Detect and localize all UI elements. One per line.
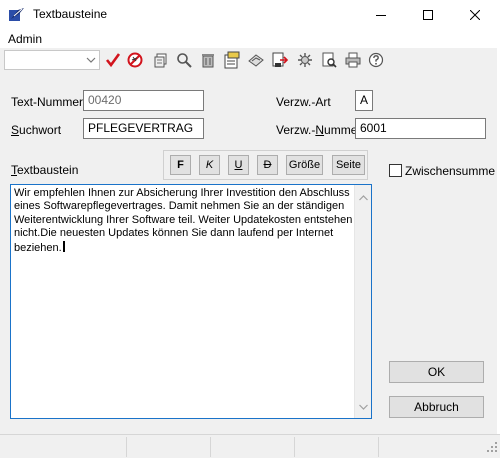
- copy-icon[interactable]: [152, 51, 170, 69]
- suchwort-field[interactable]: PFLEGEVERTRAG: [83, 118, 204, 139]
- zwischensumme-label: Zwischensumme: [405, 164, 496, 178]
- search-icon[interactable]: [175, 51, 193, 69]
- verzw-nummer-field[interactable]: 6001: [355, 118, 486, 139]
- text-nummer-field[interactable]: 00420: [83, 90, 204, 111]
- settings-icon[interactable]: [296, 51, 314, 69]
- textbausteine-window: Textbausteine Admin Text-Nummer 00420 Ve…: [0, 0, 500, 458]
- maximize-button[interactable]: [405, 0, 451, 30]
- verzw-art-label: Verzw.-Art: [276, 95, 331, 109]
- text-caret: [62, 240, 65, 252]
- preview-icon[interactable]: [320, 51, 338, 69]
- check-icon[interactable]: [104, 51, 122, 69]
- resize-grip-icon[interactable]: [486, 441, 498, 456]
- chevron-down-icon: [86, 54, 96, 69]
- suchwort-label: Suchwort: [11, 123, 62, 137]
- scroll-down-icon[interactable]: [359, 399, 368, 413]
- toolbar: [0, 48, 500, 73]
- verzw-nummer-label: Verzw.-Nummer: [276, 123, 362, 137]
- minimize-button[interactable]: [358, 0, 404, 30]
- bold-button[interactable]: F: [170, 155, 191, 175]
- scroll-up-icon[interactable]: [359, 190, 368, 204]
- title-bar: Textbausteine: [0, 0, 500, 30]
- abbruch-button[interactable]: Abbruch: [389, 396, 484, 418]
- font-size-button[interactable]: Größe: [286, 155, 323, 175]
- status-cell: [127, 437, 211, 457]
- attach-icon[interactable]: [247, 51, 265, 69]
- textbaustein-label: Textbaustein: [11, 163, 79, 177]
- menu-bar: Admin: [0, 30, 500, 48]
- app-icon: [8, 7, 26, 23]
- status-cell: [295, 437, 379, 457]
- export-icon[interactable]: [271, 51, 289, 69]
- ok-button[interactable]: OK: [389, 361, 484, 383]
- status-cell: [211, 437, 295, 457]
- help-icon[interactable]: [367, 51, 385, 69]
- italic-button[interactable]: K: [199, 155, 220, 175]
- page-button[interactable]: Seite: [332, 155, 365, 175]
- delete-icon[interactable]: [126, 51, 144, 69]
- print-icon[interactable]: [344, 51, 362, 69]
- import-icon[interactable]: [223, 51, 241, 69]
- textbaustein-content: Wir empfehlen Ihnen zur Absicherung Ihre…: [14, 187, 354, 255]
- status-cell: [0, 437, 127, 457]
- strikethrough-button[interactable]: D: [257, 155, 278, 175]
- textbaustein-text: Wir empfehlen Ihnen zur Absicherung Ihre…: [14, 187, 353, 254]
- verzw-art-field[interactable]: A: [355, 90, 373, 111]
- toolbar-combo[interactable]: [4, 50, 100, 70]
- vertical-scrollbar[interactable]: [354, 185, 371, 418]
- zwischensumme-checkbox[interactable]: [389, 164, 402, 177]
- window-title: Textbausteine: [33, 7, 108, 21]
- status-bar: [0, 434, 500, 458]
- trash-icon[interactable]: [199, 51, 217, 69]
- textbaustein-textarea[interactable]: Wir empfehlen Ihnen zur Absicherung Ihre…: [10, 184, 372, 419]
- text-nummer-label: Text-Nummer: [11, 95, 84, 109]
- close-button[interactable]: [452, 0, 498, 30]
- underline-button[interactable]: U: [228, 155, 249, 175]
- menu-admin[interactable]: Admin: [8, 32, 42, 46]
